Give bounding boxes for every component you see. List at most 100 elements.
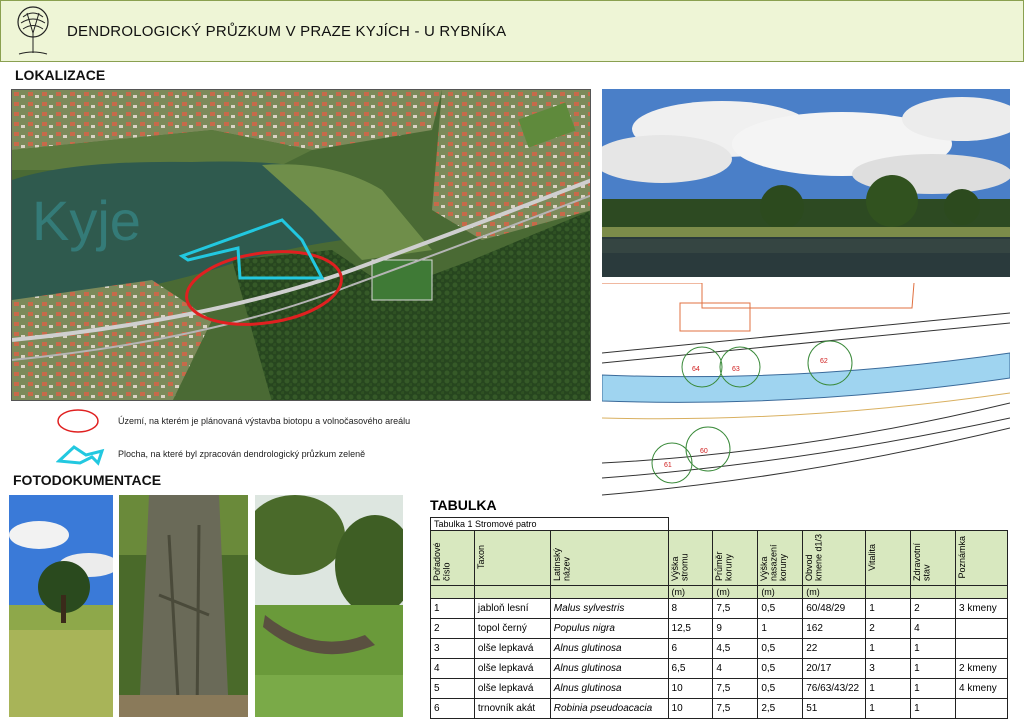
table-cell: 1 xyxy=(865,638,912,659)
table-cell: Alnus glutinosa xyxy=(549,678,669,699)
table-cell: olše lepkavá xyxy=(473,678,551,699)
table-cell: 2,5 xyxy=(757,698,804,719)
table-cell: 0,5 xyxy=(757,678,804,699)
table-row: 5 olše lepkavá Alnus glutinosa 10 7,5 0,5 76/6… xyxy=(430,678,1009,699)
table-cell: 6 xyxy=(667,638,714,659)
table-cell: 22 xyxy=(802,638,867,659)
table-cell: 0,5 xyxy=(757,658,804,679)
table-cell: 4,5 xyxy=(712,638,759,659)
table-cell: Alnus glutinosa xyxy=(549,658,669,679)
table-cell: Robinia pseudoacacia xyxy=(549,698,669,719)
tree-label: 61 xyxy=(664,462,672,469)
legend-label: Plocha, na které byl zpracován dendrolog… xyxy=(118,449,366,459)
table-cell: 7,5 xyxy=(712,678,759,699)
section-title-table: TABULKA xyxy=(430,497,497,513)
table-row: 1 jabloň lesní Malus sylvestris 8 7,5 0,5 60/4… xyxy=(430,598,1009,619)
legend-item-planned-area: Území, na kterém je plánovaná výstavba b… xyxy=(56,408,410,434)
table-cell xyxy=(954,698,1009,719)
table-cell: 10 xyxy=(667,678,714,699)
table-cell: 4 xyxy=(430,658,475,679)
table-cell: 3 xyxy=(430,638,475,659)
table-cell: 1 xyxy=(430,598,475,619)
tree-label: 62 xyxy=(820,358,828,365)
table-cell: 20/17 xyxy=(802,658,867,679)
photo-alder-trees xyxy=(255,495,403,717)
unit-cell: (m) xyxy=(667,585,714,599)
tree-table: Tabulka 1 Stromové patro Pořadové číslo … xyxy=(430,517,1009,719)
table-cell: 4 xyxy=(712,658,759,679)
column-header: Pořadové číslo xyxy=(430,530,475,586)
table-cell: 0,5 xyxy=(757,598,804,619)
table-cell: 2 xyxy=(910,598,956,619)
table-cell: 7,5 xyxy=(712,598,759,619)
section-title-photos: FOTODOKUMENTACE xyxy=(13,472,162,488)
table-cell: 76/63/43/22 xyxy=(802,678,867,699)
table-cell: 60/48/29 xyxy=(802,598,867,619)
site-plan-drawing: 64 63 62 61 60 xyxy=(602,283,1010,508)
table-cell: 4 kmeny xyxy=(954,678,1009,699)
table-row: 4 olše lepkavá Alnus glutinosa 6,5 4 0,5 20/17… xyxy=(430,658,1009,679)
table-row: 3 olše lepkavá Alnus glutinosa 6 4,5 0,5 22 1 1 xyxy=(430,638,1009,659)
table-units-row: (m) (m) (m) (m) xyxy=(430,585,1009,599)
red-ellipse-icon xyxy=(57,409,99,433)
table-cell: 4 xyxy=(910,618,956,639)
table-cell: olše lepkavá xyxy=(473,638,551,659)
table-cell: 12,5 xyxy=(667,618,714,639)
table-cell: 6 xyxy=(430,698,475,719)
table-cell: 1 xyxy=(865,678,912,699)
table-cell: 1 xyxy=(865,698,912,719)
table-cell: 1 xyxy=(910,678,956,699)
column-header: Obvod kmene d1/3 xyxy=(802,530,867,586)
table-cell: 1 xyxy=(865,598,912,619)
table-cell: 1 xyxy=(910,638,956,659)
pond-photo xyxy=(602,89,1010,277)
table-cell xyxy=(954,638,1009,659)
section-title-localization: LOKALIZACE xyxy=(15,67,106,83)
table-cell: 6,5 xyxy=(667,658,714,679)
table-cell: 1 xyxy=(910,658,956,679)
legend-label: Území, na kterém je plánovaná výstavba b… xyxy=(118,416,411,426)
page-title: DENDROLOGICKÝ PRŮZKUM V PRAZE KYJÍCH - U… xyxy=(67,23,507,40)
tree-logo-icon xyxy=(17,6,49,55)
table-cell: 2 kmeny xyxy=(954,658,1009,679)
tree-label: 60 xyxy=(700,448,708,455)
table-cell: Malus sylvestris xyxy=(549,598,669,619)
table-cell: 1 xyxy=(910,698,956,719)
table-row: 6 trnovník akát Robinia pseudoacacia 10 7,5 2… xyxy=(430,698,1009,719)
unit-cell: (m) xyxy=(757,585,804,599)
photo-apple-tree xyxy=(9,495,113,717)
table-cell: 9 xyxy=(712,618,759,639)
table-header-row: Pořadové číslo Taxon Latinský název Výšk… xyxy=(430,530,1009,586)
column-header: Vitalita xyxy=(865,530,912,586)
column-header: Taxon xyxy=(473,530,551,586)
table-cell: 2 xyxy=(865,618,912,639)
tree-label: 64 xyxy=(692,366,700,373)
table-cell: 1 xyxy=(757,618,804,639)
photo-tree-trunk xyxy=(119,495,248,717)
table-cell: 3 kmeny xyxy=(954,598,1009,619)
table-cell xyxy=(954,618,1009,639)
table-cell: Alnus glutinosa xyxy=(549,638,669,659)
unit-cell: (m) xyxy=(712,585,759,599)
column-header: Výška nasazení koruny xyxy=(757,530,804,586)
table-cell: Populus nigra xyxy=(549,618,669,639)
table-cell: 5 xyxy=(430,678,475,699)
table-cell: 10 xyxy=(667,698,714,719)
column-header: Latinský název xyxy=(549,530,669,586)
table-cell: 162 xyxy=(802,618,867,639)
tree-label: 63 xyxy=(732,366,740,373)
table-cell: topol černý xyxy=(473,618,551,639)
cyan-polygon-icon xyxy=(56,445,105,466)
column-header: Výška stromu xyxy=(667,530,714,586)
map-watermark: Kyje xyxy=(32,189,141,252)
table-cell: 51 xyxy=(802,698,867,719)
table-cell: 3 xyxy=(865,658,912,679)
table-cell: olše lepkavá xyxy=(473,658,551,679)
column-header: Zdravotní stav xyxy=(910,530,956,586)
legend-item-survey-area: Plocha, na které byl zpracován dendrolog… xyxy=(56,441,365,467)
table-row: 2 topol černý Populus nigra 12,5 9 1 162 2 4 xyxy=(430,618,1009,639)
table-cell: 8 xyxy=(667,598,714,619)
column-header: Poznámka xyxy=(954,530,1009,586)
header-bar: DENDROLOGICKÝ PRŮZKUM V PRAZE KYJÍCH - U… xyxy=(0,0,1024,62)
table-cell: jabloň lesní xyxy=(473,598,551,619)
